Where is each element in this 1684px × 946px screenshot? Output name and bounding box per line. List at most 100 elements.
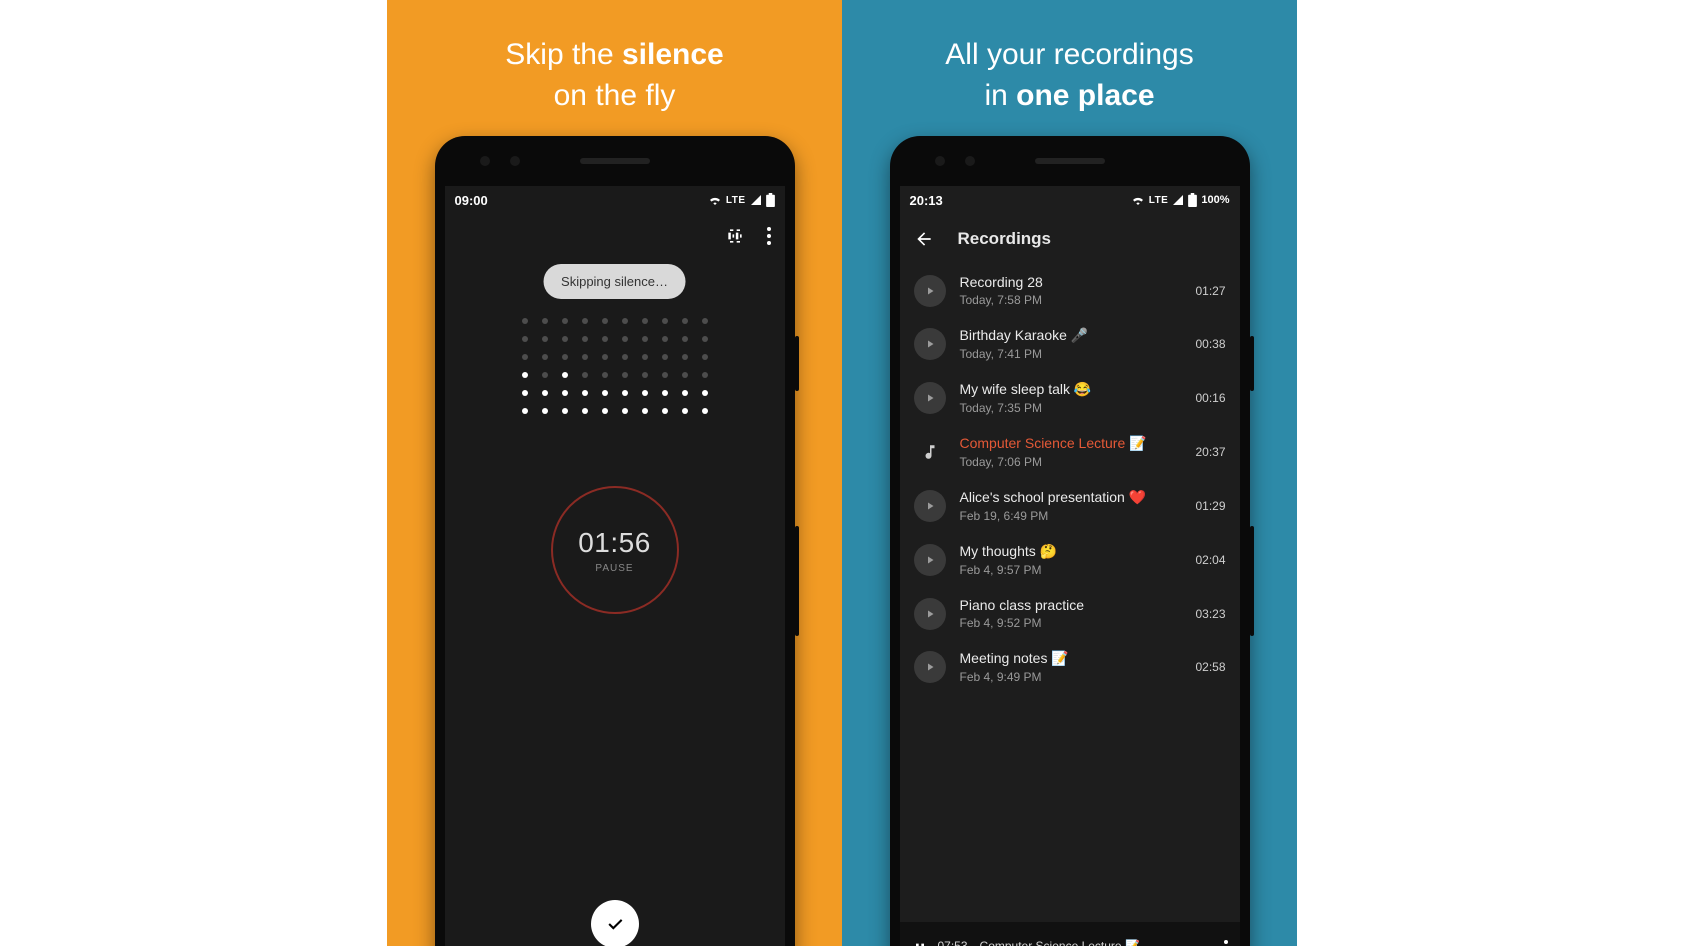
skip-silence-icon[interactable] <box>725 226 745 246</box>
recording-duration: 02:04 <box>1195 553 1225 567</box>
back-button[interactable] <box>914 229 934 249</box>
recording-title: Piano class practice <box>960 597 1182 613</box>
wifi-icon <box>708 195 722 205</box>
recording-row[interactable]: Piano class practice Feb 4, 9:52 PM 03:23 <box>900 587 1240 640</box>
recording-meta: Piano class practice Feb 4, 9:52 PM <box>960 597 1182 630</box>
recorder-toolbar <box>445 214 785 258</box>
recording-duration: 02:58 <box>1195 660 1225 674</box>
pause-icon <box>912 941 928 946</box>
recording-row[interactable]: Recording 28 Today, 7:58 PM 01:27 <box>900 264 1240 317</box>
record-sublabel: PAUSE <box>595 563 633 574</box>
play-button[interactable] <box>914 598 946 630</box>
recording-row[interactable]: Birthday Karaoke 🎤 Today, 7:41 PM 00:38 <box>900 317 1240 371</box>
recording-meta: My thoughts 🤔 Feb 4, 9:57 PM <box>960 543 1182 577</box>
recording-title: Alice's school presentation ❤️ <box>960 489 1182 506</box>
recording-meta: My wife sleep talk 😂 Today, 7:35 PM <box>960 381 1182 415</box>
headline: All your recordings in one place <box>945 35 1193 116</box>
mini-elapsed: 07:53 <box>938 939 968 946</box>
recording-date: Today, 7:58 PM <box>960 293 1182 307</box>
play-button[interactable] <box>914 328 946 360</box>
status-bar: 09:00 LTE <box>445 186 785 214</box>
skipping-silence-toast: Skipping silence… <box>543 264 686 299</box>
recording-date: Today, 7:06 PM <box>960 455 1182 469</box>
status-time: 09:00 <box>455 193 488 208</box>
battery-icon <box>1188 193 1197 207</box>
recording-title: My thoughts 🤔 <box>960 543 1182 560</box>
lte-label: LTE <box>726 195 746 206</box>
play-button[interactable] <box>914 490 946 522</box>
recording-meta: Computer Science Lecture 📝 Today, 7:06 PM <box>960 435 1182 469</box>
recording-row[interactable]: My wife sleep talk 😂 Today, 7:35 PM 00:16 <box>900 371 1240 425</box>
recording-meta: Meeting notes 📝Feb 4, 9:49 PM <box>960 650 1182 684</box>
recording-duration: 01:27 <box>1195 284 1225 298</box>
headline-line2-bold: one place <box>1016 79 1154 112</box>
wifi-icon <box>1131 195 1145 205</box>
more-icon[interactable] <box>767 227 771 245</box>
battery-percent: 100% <box>1201 194 1229 206</box>
recording-title: Recording 28 <box>960 274 1182 290</box>
recording-title: Meeting notes 📝 <box>960 650 1182 667</box>
recording-row[interactable]: Alice's school presentation ❤️ Feb 19, 6:… <box>900 479 1240 533</box>
headline-bold: silence <box>622 38 724 71</box>
status-time: 20:13 <box>910 193 943 208</box>
recording-title: Computer Science Lecture 📝 <box>960 435 1182 452</box>
promo-panel-recorder: Skip the silence on the fly 09:00 LTE <box>387 0 842 946</box>
phone-frame: 20:13 LTE 100% Recordings Recordi <box>890 136 1250 946</box>
music-note-icon <box>914 436 946 468</box>
phone-sensor <box>965 156 975 166</box>
recording-meta: Alice's school presentation ❤️ Feb 19, 6:… <box>960 489 1182 523</box>
recording-date: Today, 7:41 PM <box>960 347 1182 361</box>
recording-duration: 01:29 <box>1195 499 1225 513</box>
arrow-left-icon <box>914 229 934 249</box>
battery-icon <box>766 193 775 207</box>
recordings-screen: 20:13 LTE 100% Recordings Recordi <box>900 186 1240 946</box>
recordings-list[interactable]: Recording 28 Today, 7:58 PM 01:27 Birthday … <box>900 264 1240 694</box>
headline-line1: All your recordings <box>945 38 1193 71</box>
recordings-appbar: Recordings <box>900 214 1240 264</box>
recording-title: Birthday Karaoke 🎤 <box>960 327 1182 344</box>
recording-row[interactable]: Computer Science Lecture 📝 Today, 7:06 PM… <box>900 425 1240 479</box>
done-button[interactable] <box>591 900 639 946</box>
play-button[interactable] <box>914 275 946 307</box>
recording-date: Feb 4, 9:52 PM <box>960 616 1182 630</box>
play-button[interactable] <box>914 544 946 576</box>
phone-sensor <box>510 156 520 166</box>
recording-date: Feb 19, 6:49 PM <box>960 509 1182 523</box>
recording-date: Feb 4, 9:57 PM <box>960 563 1182 577</box>
check-icon <box>605 914 625 934</box>
recording-duration: 00:16 <box>1195 391 1225 405</box>
recording-meta: Birthday Karaoke 🎤 Today, 7:41 PM <box>960 327 1182 361</box>
phone-power-button <box>795 336 799 391</box>
status-bar: 20:13 LTE 100% <box>900 186 1240 214</box>
phone-sensor <box>935 156 945 166</box>
phone-speaker <box>1035 158 1105 164</box>
recording-row[interactable]: Meeting notes 📝Feb 4, 9:49 PM 02:58 <box>900 640 1240 694</box>
headline-line2-pre: in <box>984 79 1016 112</box>
recording-duration: 00:38 <box>1195 337 1225 351</box>
recorder-screen: 09:00 LTE <box>445 186 785 946</box>
recording-title: My wife sleep talk 😂 <box>960 381 1182 398</box>
headline: Skip the silence on the fly <box>505 35 723 116</box>
phone-power-button <box>1250 336 1254 391</box>
headline-text: Skip the <box>505 38 622 71</box>
recording-date: Today, 7:35 PM <box>960 401 1182 415</box>
play-button[interactable] <box>914 651 946 683</box>
pause-button[interactable] <box>912 941 928 946</box>
phone-volume-button <box>795 526 799 636</box>
promo-panel-recordings: All your recordings in one place 20:13 L… <box>842 0 1297 946</box>
record-timer: 01:56 <box>578 527 651 559</box>
play-button[interactable] <box>914 382 946 414</box>
mini-player-text: 07:53·Computer Science Lecture 📝 <box>938 939 1214 946</box>
signal-icon <box>750 194 762 206</box>
recording-duration: 03:23 <box>1195 607 1225 621</box>
mini-player: 07:53·Computer Science Lecture 📝 <box>900 922 1240 946</box>
record-pause-button[interactable]: 01:56 PAUSE <box>551 486 679 614</box>
recording-duration: 20:37 <box>1195 445 1225 459</box>
more-icon[interactable] <box>1224 940 1228 946</box>
audio-visualizer <box>520 316 710 416</box>
headline-line2: on the fly <box>554 79 676 112</box>
recording-row[interactable]: My thoughts 🤔 Feb 4, 9:57 PM 02:04 <box>900 533 1240 587</box>
appbar-title: Recordings <box>958 229 1052 249</box>
mini-title: Computer Science Lecture 📝 <box>980 939 1140 946</box>
phone-speaker <box>580 158 650 164</box>
